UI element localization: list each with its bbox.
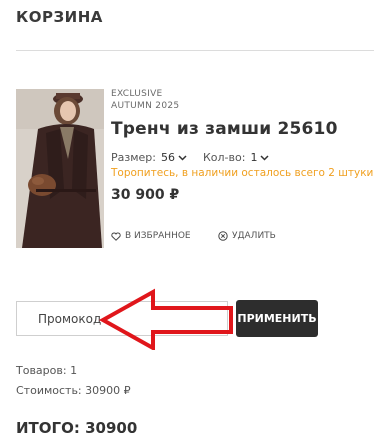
chevron-down-icon xyxy=(178,151,187,164)
order-total: ИТОГО: 30900 xyxy=(16,419,138,437)
product-photo-illustration xyxy=(16,89,104,248)
items-count: Товаров: 1 xyxy=(16,364,78,377)
product-label: EXCLUSIVE xyxy=(111,89,163,99)
favorites-label: В ИЗБРАННОЕ xyxy=(125,231,191,241)
size-select[interactable]: Размер: 56 xyxy=(111,151,187,164)
header-divider xyxy=(16,50,374,51)
quantity-label: Кол-во: xyxy=(202,151,246,164)
quantity-select[interactable]: Кол-во: 1 xyxy=(203,151,269,164)
remove-circle-icon xyxy=(218,231,228,241)
page-title: КОРЗИНА xyxy=(16,8,103,26)
size-value: 56 xyxy=(160,151,175,164)
product-collection: AUTUMN 2025 xyxy=(111,101,180,111)
cost-summary: Стоимость: 30900 ₽ xyxy=(16,384,131,397)
chevron-down-icon xyxy=(260,151,269,164)
apply-promo-button[interactable]: ПРИМЕНИТЬ xyxy=(236,300,318,337)
heart-icon xyxy=(111,231,121,241)
product-name[interactable]: Тренч из замши 25610 xyxy=(111,119,338,139)
quantity-value: 1 xyxy=(250,151,258,164)
product-image[interactable] xyxy=(16,89,104,248)
red-pointer-arrow xyxy=(98,288,233,350)
remove-item-button[interactable]: УДАЛИТЬ xyxy=(218,231,276,241)
size-label: Размер: xyxy=(111,151,156,164)
stock-warning: Торопитесь, в наличии осталось всего 2 ш… xyxy=(111,167,374,179)
remove-label: УДАЛИТЬ xyxy=(232,231,276,241)
product-price: 30 900 ₽ xyxy=(111,187,180,203)
product-options: Размер: 56 Кол-во: 1 xyxy=(111,151,269,164)
add-to-favorites-button[interactable]: В ИЗБРАННОЕ xyxy=(111,231,191,241)
